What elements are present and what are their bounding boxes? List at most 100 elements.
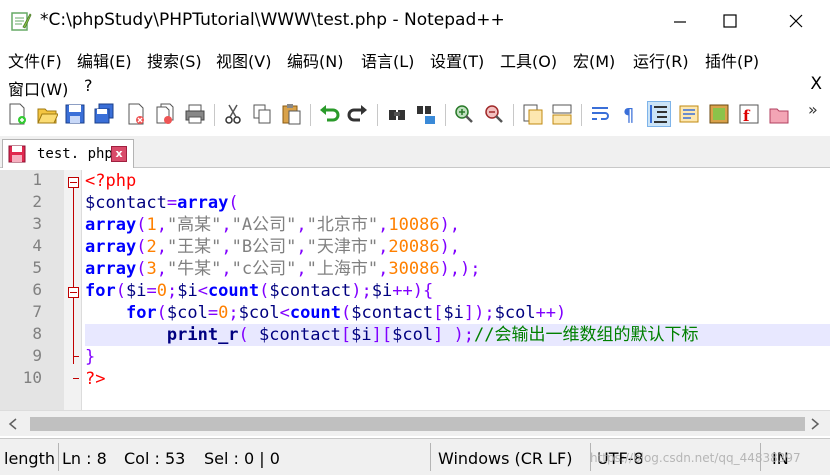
close-icon[interactable] [125, 102, 147, 126]
folder-workspace-icon[interactable] [768, 102, 790, 126]
zoom-in-icon[interactable] [453, 102, 475, 126]
scroll-left-icon[interactable] [8, 418, 18, 430]
code-editor[interactable]: 1 2 3 4 5 6 7 8 9 10 <?php $contact=array(array(1,… [0, 170, 830, 410]
fold-guide [73, 188, 74, 364]
code-token: "高某" [166, 215, 222, 235]
save-icon[interactable] [64, 102, 86, 126]
code-line: <?php [85, 170, 136, 192]
code-token: "上海市" [306, 259, 379, 279]
code-token: , [296, 259, 307, 279]
code-token: ), [439, 215, 461, 235]
find-icon[interactable] [386, 102, 408, 126]
menu-tools[interactable]: 工具(O) [500, 48, 557, 72]
redo-icon[interactable] [347, 102, 369, 126]
code-token: "王某" [166, 237, 222, 257]
copy-icon[interactable] [251, 102, 273, 126]
notepad-plus-plus-icon [11, 12, 32, 31]
code-token: $contact [85, 193, 167, 213]
line-number: 1 [32, 170, 42, 189]
line-number: 8 [32, 324, 42, 343]
tab-test-php[interactable]: test. php x [2, 139, 134, 168]
line-number: 10 [22, 368, 42, 387]
scroll-right-icon[interactable] [810, 418, 820, 430]
menu-edit[interactable]: 编辑(E) [77, 48, 132, 72]
fold-end-marker [73, 378, 79, 379]
menu-plugins[interactable]: 插件(P) [705, 48, 759, 72]
close-window-button[interactable] [766, 0, 826, 42]
menu-macro[interactable]: 宏(M) [573, 48, 615, 72]
code-line: array(2,"王某","B公司","天津市",20086), [85, 236, 460, 258]
code-token: ++){ [392, 281, 434, 301]
maximize-button[interactable] [700, 0, 760, 42]
menu-window[interactable]: 窗口(W) [8, 76, 68, 100]
indent-guide-icon[interactable] [647, 101, 671, 127]
code-token: , [156, 215, 167, 235]
fold-end-marker [73, 356, 79, 357]
print-icon[interactable] [184, 102, 206, 126]
code-token: $contact [259, 325, 341, 345]
function-list-icon[interactable] [708, 102, 730, 126]
code-token: < [197, 281, 208, 301]
fold-toggle-for-loop[interactable] [68, 287, 79, 298]
tab-close-button[interactable]: x [111, 146, 127, 162]
line-number: 5 [32, 258, 42, 277]
tab-bar: test. php x [0, 136, 830, 168]
line-number: 6 [32, 280, 42, 299]
record-macro-icon[interactable]: f [738, 102, 760, 126]
show-all-chars-icon[interactable]: ¶ [618, 102, 640, 126]
menu-run[interactable]: 运行(R) [633, 48, 689, 72]
toolbar-overflow-button[interactable]: » [808, 100, 818, 119]
line-number: 3 [32, 214, 42, 233]
zoom-out-icon[interactable] [483, 102, 505, 126]
code-token: ( [156, 303, 167, 323]
status-separator [58, 443, 59, 471]
menu-view[interactable]: 视图(V) [216, 48, 271, 72]
horizontal-scrollbar[interactable] [0, 410, 830, 436]
code-token: } [85, 347, 96, 367]
code-token: ); [351, 281, 372, 301]
code-token: for [85, 281, 116, 301]
new-file-icon[interactable] [6, 102, 28, 126]
code-token: "c公司" [231, 259, 297, 279]
word-wrap-icon[interactable] [589, 102, 611, 126]
paste-icon[interactable] [280, 102, 302, 126]
close-all-icon[interactable] [154, 102, 176, 126]
code-token: ), [439, 237, 461, 257]
menu-search[interactable]: 搜索(S) [147, 48, 202, 72]
menu-encoding[interactable]: 编码(N) [287, 48, 343, 72]
code-token: ][ [371, 325, 393, 345]
save-all-icon[interactable] [93, 102, 115, 126]
maximize-icon [723, 14, 737, 28]
code-token: ( [341, 303, 352, 323]
close-document-button[interactable]: X [810, 74, 822, 94]
code-token: ; [166, 281, 178, 301]
code-token: count [207, 281, 260, 301]
unsaved-file-icon [8, 145, 26, 163]
code-token: "A公司" [231, 215, 297, 235]
code-token: $i [371, 281, 393, 301]
fold-toggle-php-block[interactable] [68, 177, 79, 188]
sync-vertical-icon[interactable] [522, 102, 544, 126]
menu-language[interactable]: 语言(L) [361, 48, 414, 72]
undo-icon[interactable] [318, 102, 340, 126]
toolbar-separator [377, 104, 378, 126]
sync-horizontal-icon[interactable] [551, 102, 573, 126]
doc-map-icon[interactable] [678, 102, 700, 126]
code-text-area[interactable]: <?php $contact=array(array(1,"高某","A公司","… [85, 170, 830, 410]
code-token: 0 [156, 281, 167, 301]
replace-icon[interactable] [415, 102, 437, 126]
code-token: ( [115, 281, 126, 301]
line-number-gutter: 1 2 3 4 5 6 7 8 9 10 [0, 170, 64, 410]
code-token: <?php [85, 171, 137, 191]
toolbar-separator [214, 104, 215, 126]
open-file-icon[interactable] [36, 102, 58, 126]
code-token: , [156, 237, 167, 257]
scrollbar-thumb[interactable] [30, 417, 805, 431]
menu-settings[interactable]: 设置(T) [430, 48, 484, 72]
menu-help[interactable]: ? [84, 76, 93, 95]
status-selection: Sel : 0 | 0 [204, 449, 280, 468]
cut-icon[interactable] [222, 102, 244, 126]
menu-file[interactable]: 文件(F) [8, 48, 62, 72]
code-token: $col [494, 303, 536, 323]
status-eol: Windows (CR LF) [438, 449, 573, 468]
